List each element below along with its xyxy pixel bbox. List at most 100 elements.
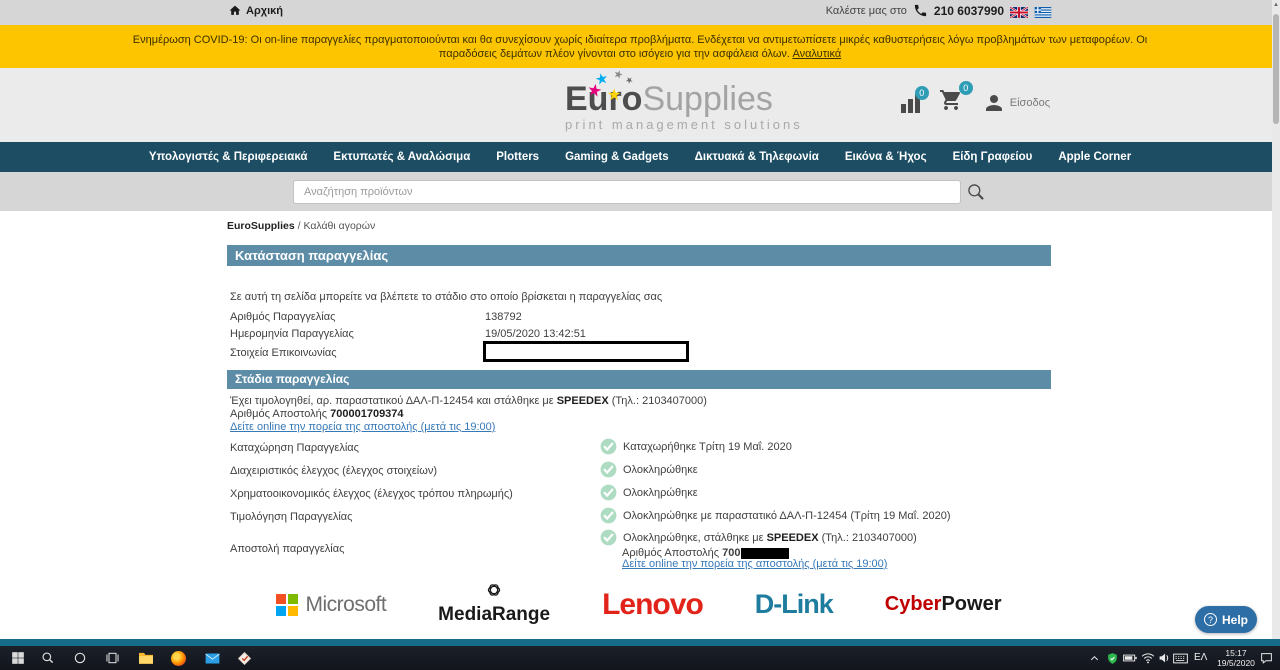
file-explorer-icon	[139, 652, 153, 664]
uk-flag-icon[interactable]	[1009, 5, 1029, 19]
user-icon	[985, 94, 1002, 111]
search-button[interactable]	[966, 182, 986, 202]
check-circle-icon	[600, 507, 617, 524]
logo-star-yellow-icon: ★	[607, 87, 622, 104]
mail-button[interactable]	[204, 650, 220, 666]
question-mark-icon: ?	[1203, 613, 1217, 626]
main-navigation: Υπολογιστές & Περιφερειακά Εκτυπωτές & Α…	[0, 142, 1280, 172]
invoice-text-pre: Έχει τιμολογηθεί, αρ. παραστατικού ΔΑΛ-Π…	[230, 395, 557, 407]
check-circle-icon	[600, 438, 617, 455]
nav-item-computers[interactable]: Υπολογιστές & Περιφερειακά	[136, 151, 321, 163]
taskbar-clock[interactable]: 15:17 19/5/2020	[1214, 648, 1258, 668]
check-circle-icon	[600, 461, 617, 478]
keyboard-icon	[1172, 653, 1188, 663]
defender-shield-icon	[1107, 652, 1117, 664]
action-center-button[interactable]	[1258, 650, 1274, 666]
covid-banner-text: Ενημέρωση COVID-19: Οι on-line παραγγελί…	[132, 33, 1148, 60]
wifi-tray-button[interactable]	[1140, 650, 1156, 666]
search-input[interactable]	[293, 180, 961, 204]
invoice-summary: Έχει τιμολογηθεί, αρ. παραστατικού ΔΑΛ-Π…	[230, 395, 707, 434]
chevron-up-icon	[1090, 655, 1098, 660]
nav-item-av[interactable]: Εικόνα & Ήχος	[832, 151, 940, 163]
stage-1-status: Καταχωρήθηκε Τρίτη 19 Μαΐ. 2020	[600, 438, 792, 455]
scrollbar-thumb[interactable]	[1273, 14, 1279, 124]
page-scrollbar[interactable]: ▲	[1272, 0, 1280, 639]
cart-badge: 0	[958, 81, 973, 95]
stage-5-status: Ολοκληρώθηκε, στάλθηκε με SPEEDEX (Τηλ.:…	[600, 529, 917, 546]
cart-button[interactable]: 0	[938, 81, 973, 117]
todo-check-icon	[237, 651, 251, 665]
nav-item-printers[interactable]: Εκτυπωτές & Αναλώσιμα	[320, 151, 483, 163]
nav-item-gaming[interactable]: Gaming & Gadgets	[552, 151, 682, 163]
tray-chevron-button[interactable]	[1086, 650, 1102, 666]
cortana-icon	[74, 652, 86, 664]
ship-status-pre: Ολοκληρώθηκε, στάλθηκε με	[623, 531, 767, 544]
notification-icon	[1260, 653, 1272, 664]
tracking-label: Αριθμός Αποστολής	[230, 408, 331, 420]
phone-icon	[914, 4, 927, 17]
site-header: ★ ★ ★ ★ ★ EuroSupplies print management …	[0, 68, 1280, 142]
language-indicator[interactable]: ΕΛ	[1194, 652, 1207, 663]
contact-info-redaction	[483, 341, 689, 362]
logo-text-supplies: Supplies	[642, 80, 773, 118]
covid-details-link[interactable]: Αναλυτικά	[792, 48, 841, 60]
file-explorer-button[interactable]	[138, 650, 154, 666]
security-tray-button[interactable]	[1104, 650, 1120, 666]
wifi-icon	[1141, 653, 1155, 664]
mediarange-logo[interactable]: MediaRange	[438, 583, 550, 626]
nav-item-plotters[interactable]: Plotters	[483, 151, 552, 163]
breadcrumb-root[interactable]: EuroSupplies	[227, 220, 295, 232]
stage-3-status: Ολοκληρώθηκε	[600, 484, 698, 501]
stage-4-status: Ολοκληρώθηκε με παραστατικό ΔΑΛ-Π-12454 …	[600, 507, 951, 524]
cyberpower-logo[interactable]: CyberPower	[885, 593, 1002, 616]
start-button[interactable]	[10, 650, 26, 666]
nav-item-office[interactable]: Είδη Γραφείου	[940, 151, 1046, 163]
scrollbar-up-arrow[interactable]: ▲	[1273, 2, 1279, 8]
tracking-redaction	[741, 547, 790, 559]
ship-tracking-link[interactable]: Δείτε online την πορεία της αποστολής (μ…	[622, 558, 887, 570]
keyboard-tray-button[interactable]	[1172, 650, 1188, 666]
taskbar-search-button[interactable]	[40, 650, 56, 666]
help-label: Help	[1221, 612, 1248, 627]
dlink-logo[interactable]: D-Link	[755, 589, 834, 620]
login-button[interactable]: Είσοδος	[982, 91, 1050, 115]
volume-tray-button[interactable]	[1156, 650, 1172, 666]
compare-button[interactable]: 0	[900, 85, 929, 113]
cortana-button[interactable]	[72, 650, 88, 666]
microsoft-logo[interactable]: Microsoft	[276, 593, 387, 617]
order-date-value: 19/05/2020 13:42:51	[485, 328, 586, 340]
windows-logo-icon	[12, 652, 24, 664]
ship-link-line: Δείτε online την πορεία της αποστολής (μ…	[622, 558, 887, 570]
stage-4-label: Τιμολόγηση Παραγγελίας	[230, 511, 353, 523]
home-link[interactable]: Αρχική	[228, 4, 283, 17]
phone-number[interactable]: 210 6037990	[934, 4, 1004, 18]
nav-item-network[interactable]: Δικτυακά & Τηλεφωνία	[682, 151, 832, 163]
ship-status-post: (Τηλ.: 2103407000)	[818, 531, 917, 544]
todo-button[interactable]	[236, 650, 252, 666]
task-view-button[interactable]	[104, 650, 120, 666]
stage-5-label: Αποστολή παραγγελίας	[230, 543, 345, 555]
order-date-label: Ημερομηνία Παραγγελίας	[230, 328, 354, 340]
footer-top-strip	[0, 639, 1280, 646]
nav-item-apple[interactable]: Apple Corner	[1045, 151, 1144, 163]
firefox-button[interactable]	[170, 650, 186, 666]
login-label: Είσοδος	[1009, 96, 1050, 109]
lenovo-logo[interactable]: Lenovo	[602, 588, 704, 622]
task-view-icon	[105, 652, 119, 664]
breadcrumb: EuroSupplies / Καλάθι αγορών	[227, 220, 375, 232]
call-us-label: Καλέστε μας στο	[825, 4, 907, 17]
brand-logos-row: Microsoft MediaRange Lenovo D-Link Cyber…	[227, 583, 1051, 626]
search-strip	[0, 172, 1280, 211]
greek-flag-icon[interactable]	[1034, 5, 1052, 18]
battery-tray-button[interactable]	[1122, 650, 1138, 666]
order-number-value: 138792	[485, 311, 522, 323]
order-stages-title: Στάδια παραγγελίας	[227, 370, 1051, 389]
logo-tagline: print management solutions	[565, 117, 803, 132]
help-button[interactable]: ? Help	[1195, 606, 1257, 633]
taskbar-date: 19/5/2020	[1217, 657, 1255, 668]
firefox-icon	[170, 650, 186, 666]
tracking-link[interactable]: Δείτε online την πορεία της αποστολής (μ…	[230, 421, 495, 433]
battery-icon	[1123, 654, 1137, 662]
search-icon	[42, 652, 54, 664]
eurosupplies-logo[interactable]: ★ ★ ★ ★ ★ EuroSupplies print management …	[565, 68, 803, 132]
